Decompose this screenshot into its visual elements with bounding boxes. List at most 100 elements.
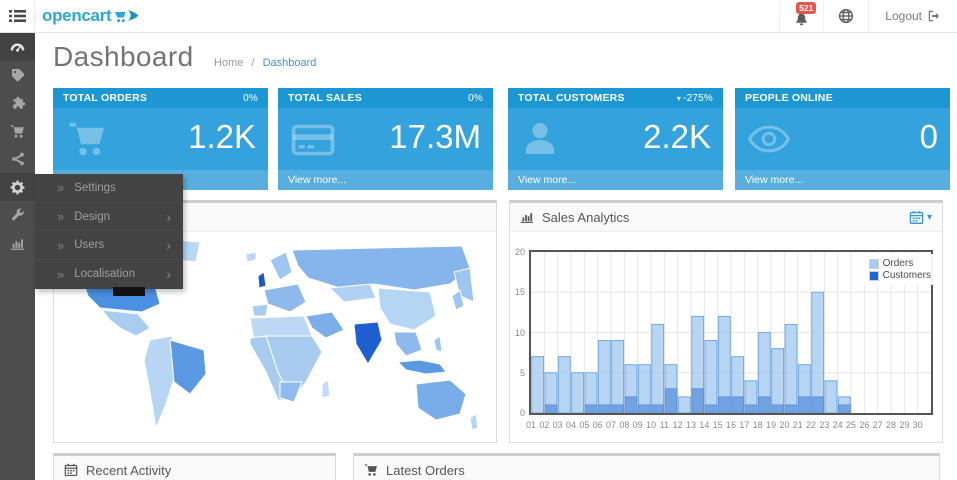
tile-total-customers: TOTAL CUSTOMERS ▾ -275% 2.2K View more..… <box>508 88 723 190</box>
flyout-item-localisation[interactable]: » Localisation › <box>35 260 183 289</box>
view-more-link[interactable]: View more... <box>735 170 950 190</box>
credit-card-icon <box>290 122 336 158</box>
share-icon <box>11 152 25 166</box>
flyout-item-design[interactable]: » Design › <box>35 203 183 232</box>
sign-out-icon <box>927 9 941 23</box>
opencart-logo[interactable]: opencart <box>42 0 140 32</box>
sidebar-item-sales[interactable] <box>0 117 35 145</box>
system-flyout-menu: » Settings » Design › » Users › » Locali… <box>35 174 183 289</box>
chevron-right-icon: › <box>166 238 171 252</box>
bar-chart-icon <box>10 236 25 251</box>
tile-value: 2.2K <box>643 118 711 156</box>
sidebar-item-tools[interactable] <box>0 201 35 229</box>
tile-label: TOTAL SALES <box>288 92 362 104</box>
view-more-link[interactable]: View more... <box>278 170 493 190</box>
eye-icon <box>747 125 791 153</box>
flyout-item-users[interactable]: » Users › <box>35 231 183 260</box>
view-more-link[interactable]: View more... <box>508 170 723 190</box>
chart-range-dropdown-button[interactable]: ▾ <box>909 210 932 225</box>
user-icon <box>520 117 560 161</box>
breadcrumb-dashboard-link[interactable]: Dashboard <box>263 57 317 69</box>
tile-value: 17.3M <box>389 118 481 156</box>
sales-analytics-title: Sales Analytics <box>542 210 629 225</box>
double-angle-icon: » <box>57 209 64 224</box>
orders-legend-label: Orders <box>883 258 914 269</box>
globe-icon <box>838 8 854 24</box>
chevron-right-icon: › <box>166 267 171 281</box>
sales-analytics-chart: Orders Customers 01020304050607080910111… <box>510 232 942 441</box>
y-tick-label: 10 <box>510 328 525 338</box>
chart-legend: Orders Customers <box>864 254 936 285</box>
gear-icon <box>10 180 25 195</box>
recent-activity-panel: Recent Activity <box>53 453 336 480</box>
flyout-item-settings[interactable]: » Settings <box>35 174 183 203</box>
opencart-cart-mark-icon <box>114 9 140 24</box>
customers-legend-label: Customers <box>883 270 931 281</box>
flyout-item-label: Settings <box>74 182 116 194</box>
tachometer-icon <box>10 40 25 55</box>
bar-chart-icon <box>520 210 534 224</box>
menu-toggle-button[interactable] <box>0 0 35 32</box>
tile-label: PEOPLE ONLINE <box>745 92 833 104</box>
cart-icon <box>364 463 378 477</box>
tile-people-online: PEOPLE ONLINE 0 View more... <box>735 88 950 190</box>
sidebar-item-marketing[interactable] <box>0 145 35 173</box>
logout-button[interactable]: Logout <box>868 0 957 32</box>
breadcrumb-separator: / <box>251 57 254 69</box>
language-button[interactable] <box>823 0 868 32</box>
cart-icon <box>65 119 109 159</box>
notification-badge: 521 <box>796 2 816 14</box>
caret-down-icon: ▾ <box>927 212 932 223</box>
breadcrumb-home-link[interactable]: Home <box>214 57 243 69</box>
flyout-shadow-artifact <box>113 287 145 296</box>
recent-activity-header: Recent Activity <box>54 456 335 480</box>
sidebar-item-reports[interactable] <box>0 229 35 257</box>
sidebar <box>0 33 35 480</box>
customers-legend-swatch <box>869 271 879 281</box>
notifications-button[interactable]: 521 <box>779 0 823 32</box>
latest-orders-header: Latest Orders <box>354 456 939 480</box>
flyout-item-label: Design <box>74 211 110 223</box>
wrench-icon <box>11 208 25 222</box>
double-angle-icon: » <box>57 238 64 253</box>
top-header: opencart 521 <box>0 0 957 33</box>
tag-icon <box>11 68 25 82</box>
page-title: Dashboard <box>53 41 194 72</box>
tile-label: TOTAL ORDERS <box>63 92 147 104</box>
y-tick-label: 15 <box>510 287 525 297</box>
caret-down-icon: ▾ <box>677 94 681 103</box>
opencart-admin-dashboard: opencart 521 <box>0 0 957 480</box>
chevron-right-icon: › <box>166 210 171 224</box>
flyout-item-label: Users <box>74 239 104 251</box>
breadcrumb: Home / Dashboard <box>214 57 316 69</box>
sidebar-item-system[interactable] <box>0 173 35 201</box>
double-angle-icon: » <box>57 180 64 195</box>
sales-analytics-panel: Sales Analytics <box>509 200 943 443</box>
menu-list-icon <box>9 9 26 23</box>
tile-percent: 0% <box>243 93 258 104</box>
calendar-icon <box>64 463 78 477</box>
sidebar-item-dashboard[interactable] <box>0 33 35 61</box>
x-tick-label: 30 <box>909 420 927 430</box>
tile-total-sales: TOTAL SALES 0% 17.3M View more... <box>278 88 493 190</box>
sidebar-item-catalog[interactable] <box>0 61 35 89</box>
y-tick-label: 20 <box>510 247 525 257</box>
tile-value: 1.2K <box>188 118 256 156</box>
tile-label: TOTAL CUSTOMERS <box>518 92 625 104</box>
sales-analytics-header: Sales Analytics <box>510 203 942 232</box>
logout-label: Logout <box>885 9 922 23</box>
cart-icon <box>10 124 25 139</box>
y-tick-label: 0 <box>510 408 525 418</box>
tile-percent: 0% <box>468 93 483 104</box>
latest-orders-panel: Latest Orders <box>353 453 940 480</box>
tile-percent: ▾ -275% <box>677 93 713 104</box>
latest-orders-title: Latest Orders <box>386 463 465 478</box>
puzzle-icon <box>11 96 25 110</box>
flyout-item-label: Localisation <box>74 268 135 280</box>
orders-legend-swatch <box>869 259 879 269</box>
recent-activity-title: Recent Activity <box>86 463 171 478</box>
double-angle-icon: » <box>57 267 64 282</box>
sidebar-item-extensions[interactable] <box>0 89 35 117</box>
logo-text: opencart <box>42 6 111 26</box>
tile-value: 0 <box>920 118 938 156</box>
